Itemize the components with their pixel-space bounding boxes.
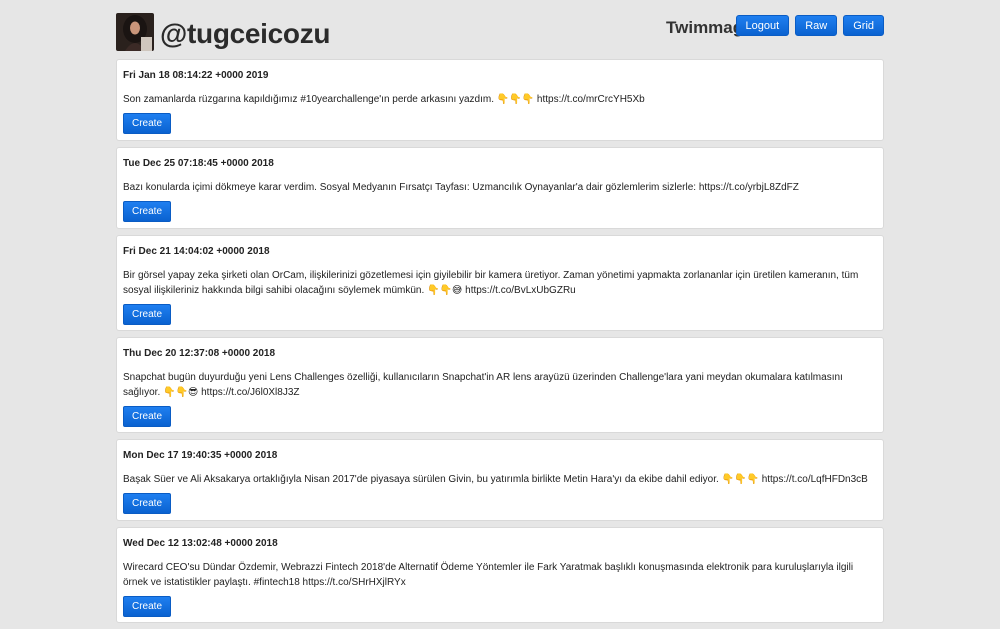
tweet-date: Tue Dec 25 07:18:45 +0000 2018 [123,158,274,169]
create-button[interactable]: Create [123,113,172,134]
logout-button[interactable]: Logout [735,15,790,36]
tweet-card: Fri Jan 18 08:14:22 +0000 2019 Son zaman… [116,59,884,141]
create-button[interactable]: Create [123,493,172,514]
tweet-date: Wed Dec 12 13:02:48 +0000 2018 [123,538,278,549]
nav-buttons: Logout Raw Grid [735,15,884,36]
tweet-text: Bir görsel yapay zeka şirketi olan OrCam… [123,270,859,296]
profile-photo-icon [116,13,154,51]
tweet-date: Fri Dec 21 14:04:02 +0000 2018 [123,246,270,257]
username-heading: @tugceicozu [160,18,331,49]
tweet-card: Fri Dec 21 14:04:02 +0000 2018 Bir görse… [116,235,884,331]
header: @tugceicozu Twimmage Logout Raw Grid [116,13,884,53]
tweet-card: Wed Dec 12 13:02:48 +0000 2018 Wirecard … [116,527,884,623]
create-button[interactable]: Create [123,596,172,617]
tweet-date: Fri Jan 18 08:14:22 +0000 2019 [123,70,269,81]
raw-button[interactable]: Raw [795,15,838,36]
tweet-feed: Fri Jan 18 08:14:22 +0000 2019 Son zaman… [116,59,884,629]
tweet-date: Mon Dec 17 19:40:35 +0000 2018 [123,450,278,461]
tweet-text: Snapchat bugün duyurduğu yeni Lens Chall… [123,372,843,398]
tweet-text: Wirecard CEO'su Dündar Özdemir, Webrazzi… [123,562,854,588]
tweet-text: Son zamanlarda rüzgarına kapıldığımız #1… [123,94,645,105]
avatar[interactable] [116,13,154,51]
create-button[interactable]: Create [123,304,172,325]
tweet-card: Thu Dec 20 12:37:08 +0000 2018 Snapchat … [116,337,884,433]
tweet-date: Thu Dec 20 12:37:08 +0000 2018 [123,348,276,359]
tweet-text: Başak Süer ve Ali Aksakarya ortaklığıyla… [123,474,868,485]
tweet-text: Bazı konularda içimi dökmeye karar verdi… [123,182,799,193]
grid-button[interactable]: Grid [843,15,884,36]
create-button[interactable]: Create [123,406,172,427]
tweet-card: Tue Dec 25 07:18:45 +0000 2018 Bazı konu… [116,147,884,229]
create-button[interactable]: Create [123,201,172,222]
tweet-card: Mon Dec 17 19:40:35 +0000 2018 Başak Süe… [116,439,884,521]
